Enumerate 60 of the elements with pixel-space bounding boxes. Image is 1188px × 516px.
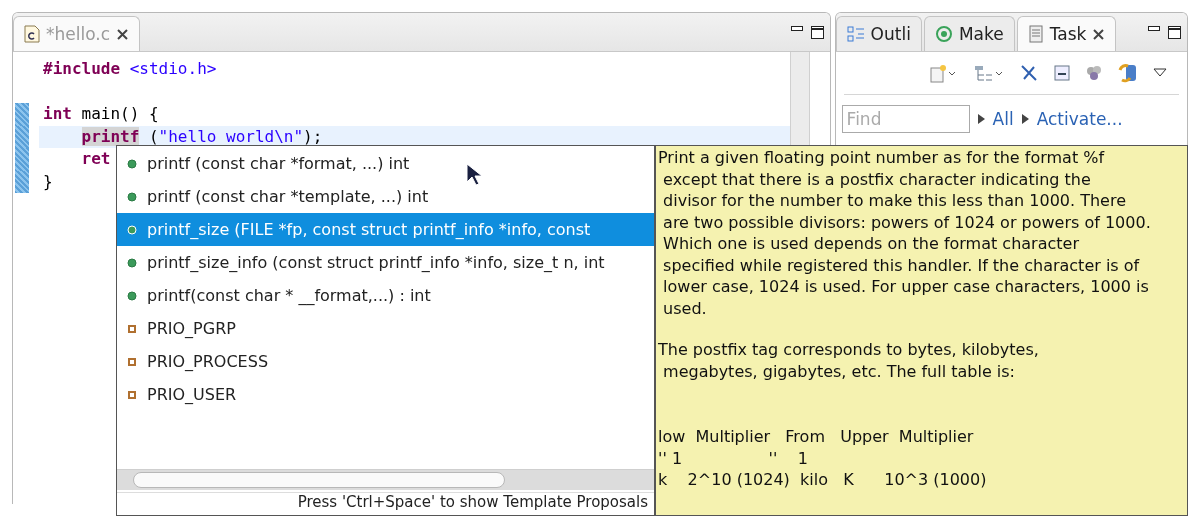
table-row-text: k 2^10 (1024) kilo K 10^3 (1000): [658, 469, 988, 491]
code-line: printf ("hello world\n");: [81, 125, 323, 148]
constant-square-icon: [127, 389, 137, 400]
code-line: #include <stdio.h>: [43, 58, 217, 80]
doc-line: Which one is used depends on the format character: [662, 233, 1080, 255]
completion-item[interactable]: PRIO_PGRP: [117, 312, 654, 345]
completion-item[interactable]: printf (const char *template, ...) int: [117, 180, 654, 213]
doc-line: Print a given floating point number as for the format %f: [658, 147, 1106, 169]
view-tab[interactable]: Task: [1016, 16, 1117, 51]
collapse-icon[interactable]: [1053, 64, 1071, 82]
function-dot-icon: [127, 224, 137, 235]
function-dot-icon: [127, 191, 137, 202]
constant-square-icon: [127, 356, 137, 367]
find-field[interactable]: Find: [841, 105, 970, 133]
dropdown-icon[interactable]: [1153, 68, 1167, 78]
status-hint: Press 'Ctrl+Space' to show Template Proposals: [117, 492, 654, 515]
close-icon[interactable]: [116, 27, 130, 41]
spheres-icon[interactable]: [1085, 64, 1103, 82]
filter-link[interactable]: Activate...: [1036, 109, 1123, 129]
view-tab[interactable]: Make: [923, 16, 1015, 51]
doc-line: The postfix tag corresponds to bytes, kilobytes,: [658, 339, 1040, 361]
table-row-text: '' 1 '' 1: [658, 447, 809, 469]
completion-item[interactable]: PRIO_PROCESS: [117, 345, 654, 378]
maximize-icon[interactable]: [810, 25, 824, 39]
view-tab[interactable]: Outli: [835, 16, 922, 51]
code-line: }: [43, 170, 53, 193]
doc-line: megabytes, gigabytes, etc. The full table is:: [662, 360, 1016, 382]
mouse-cursor-icon: [466, 163, 482, 187]
filter-link[interactable]: All: [992, 109, 1014, 129]
function-dot-icon: [127, 257, 137, 268]
function-dot-icon: [127, 158, 137, 169]
doc-line: are two possible divisors: powers of 1024 or powers of 1000.: [662, 211, 1152, 233]
crossed-icon[interactable]: [1019, 63, 1039, 83]
completion-item[interactable]: printf (const char *format, ...) int: [117, 147, 654, 180]
close-icon[interactable]: [1092, 27, 1106, 41]
code-line: ret: [81, 148, 111, 170]
constant-square-icon: [127, 323, 137, 334]
function-dot-icon: [127, 290, 137, 301]
horizontal-scrollbar[interactable]: [117, 469, 654, 490]
triangle-icon: [977, 114, 985, 124]
outline-icon: [846, 25, 865, 43]
completion-item[interactable]: printf_size (FILE *fp, const struct printf_info *info, const: [117, 213, 654, 246]
doc-line: used.: [662, 297, 708, 319]
triangle-icon: [1021, 114, 1029, 124]
doc-line: specified while registered this handler. If the character is of: [662, 254, 1141, 276]
completion-item[interactable]: PRIO_USER: [117, 378, 654, 411]
code-line: int main() {: [43, 103, 159, 125]
task-list-icon: [1027, 25, 1044, 43]
maximize-icon[interactable]: [1168, 25, 1181, 39]
doc-line: divisor for the number to make this less than 1000. There: [662, 190, 1127, 212]
table-row-text: low Multiplier From Upper Multiplier: [658, 426, 975, 448]
minimize-icon[interactable]: [790, 25, 803, 32]
c-file-icon: [24, 25, 40, 43]
minimize-icon[interactable]: [1148, 25, 1160, 32]
completion-item[interactable]: printf_size_info (const struct printf_info *info, size_t n, int: [117, 246, 654, 279]
target-icon: [934, 25, 953, 43]
sync-icon[interactable]: [1117, 62, 1139, 84]
completion-item[interactable]: printf(const char * __format,...) : int: [117, 279, 654, 312]
doc-line: except that there is a postfix character indicating the: [662, 168, 1092, 190]
doc-line: lower case, 1024 is used. For upper case characters, 1000 is: [662, 276, 1150, 298]
